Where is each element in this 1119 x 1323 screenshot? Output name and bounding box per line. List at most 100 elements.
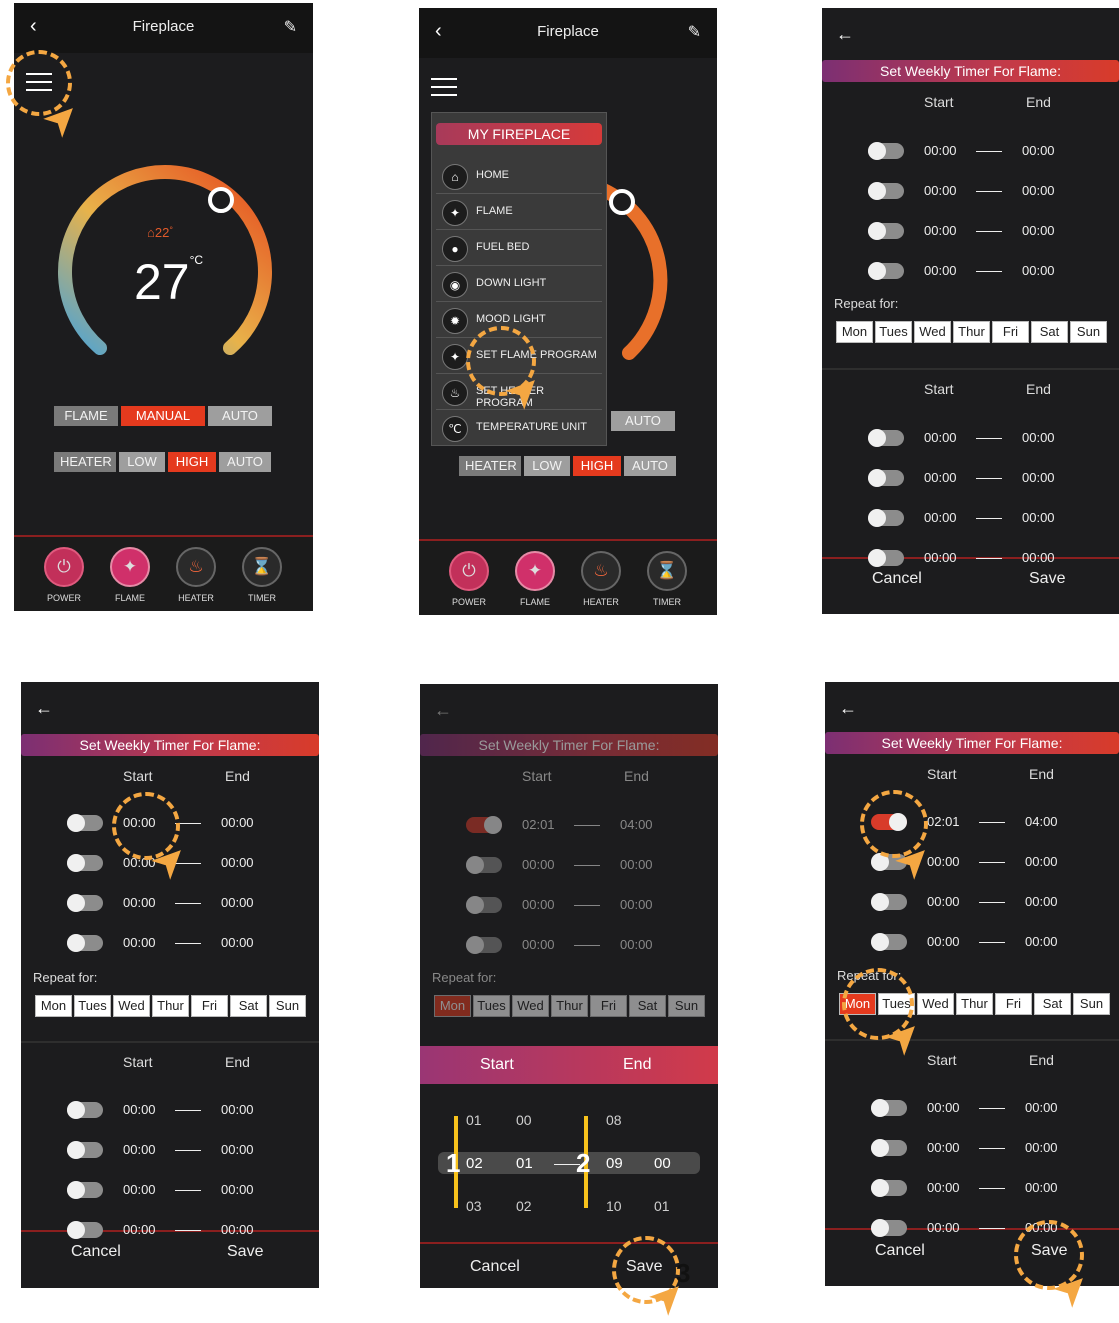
timer-toggle[interactable] (67, 854, 103, 872)
nav-timer[interactable]: ⌛ TIMER (637, 551, 697, 607)
nav-heater[interactable]: ♨ HEATER (571, 551, 631, 607)
day-fri[interactable]: Fri (995, 993, 1032, 1015)
day-fri[interactable]: Fri (191, 995, 228, 1017)
menu-item-fuel-bed[interactable]: ● FUEL BED (436, 231, 602, 266)
timer-end-time[interactable]: 00:00 (221, 855, 254, 870)
nav-power[interactable]: ⏻ POWER (439, 551, 499, 607)
day-tues[interactable]: Tues (875, 321, 912, 343)
timer-toggle[interactable] (871, 893, 907, 911)
timer-start-time[interactable]: 00:00 (123, 1182, 156, 1197)
timer-toggle[interactable] (871, 1139, 907, 1157)
timer-start-time[interactable]: 00:00 (924, 470, 957, 485)
day-sat[interactable]: Sat (230, 995, 267, 1017)
timer-start-time[interactable]: 00:00 (927, 1140, 960, 1155)
nav-flame[interactable]: ✦ FLAME (505, 551, 565, 607)
edit-icon[interactable]: ✎ (284, 17, 297, 37)
timer-toggle[interactable] (67, 814, 103, 832)
auto-button[interactable]: AUTO (611, 411, 675, 431)
nav-timer[interactable]: ⌛ TIMER (232, 547, 292, 603)
timer-toggle[interactable] (871, 1099, 907, 1117)
timer-toggle[interactable] (868, 469, 904, 487)
picker-start-hour[interactable]: 02 (466, 1155, 483, 1172)
timer-end-time[interactable]: 00:00 (1022, 470, 1055, 485)
day-sun[interactable]: Sun (1070, 321, 1107, 343)
timer-end-time[interactable]: 00:00 (620, 897, 653, 912)
back-arrow-icon[interactable]: ← (35, 698, 53, 719)
day-fri[interactable]: Fri (590, 995, 627, 1017)
timer-toggle[interactable] (868, 429, 904, 447)
timer-start-time[interactable]: 00:00 (924, 263, 957, 278)
timer-end-time[interactable]: 00:00 (1022, 223, 1055, 238)
timer-start-time[interactable]: 00:00 (927, 1100, 960, 1115)
timer-toggle[interactable] (871, 933, 907, 951)
timer-start-time[interactable]: 00:00 (924, 223, 957, 238)
back-arrow-icon[interactable]: ← (434, 700, 452, 721)
menu-item-home[interactable]: ⌂ HOME (436, 159, 602, 194)
back-arrow-icon[interactable]: ← (836, 24, 854, 45)
day-thur[interactable]: Thur (551, 995, 588, 1017)
nav-flame[interactable]: ✦ FLAME (100, 547, 160, 603)
timer-end-time[interactable]: 00:00 (1025, 894, 1058, 909)
high-button[interactable]: HIGH (168, 452, 216, 472)
auto-button[interactable]: AUTO (208, 406, 272, 426)
day-wed[interactable]: Wed (113, 995, 150, 1017)
timer-end-time[interactable]: 00:00 (1025, 854, 1058, 869)
nav-heater[interactable]: ♨ HEATER (166, 547, 226, 603)
picker-start-hour-prev[interactable]: 01 (466, 1112, 482, 1128)
timer-toggle[interactable] (871, 1219, 907, 1237)
day-wed[interactable]: Wed (512, 995, 549, 1017)
day-sun[interactable]: Sun (1073, 993, 1110, 1015)
timer-end-time[interactable]: 00:00 (221, 895, 254, 910)
timer-toggle[interactable] (67, 1101, 103, 1119)
heater-auto-button[interactable]: AUTO (624, 456, 676, 476)
timer-end-time[interactable]: 00:00 (221, 935, 254, 950)
timer-start-time[interactable]: 02:01 (927, 814, 960, 829)
timer-start-time[interactable]: 00:00 (123, 935, 156, 950)
timer-start-time[interactable]: 00:00 (522, 897, 555, 912)
timer-start-time[interactable]: 00:00 (927, 1180, 960, 1195)
timer-end-time[interactable]: 00:00 (221, 1142, 254, 1157)
timer-start-time[interactable]: 00:00 (924, 143, 957, 158)
timer-start-time[interactable]: 00:00 (924, 183, 957, 198)
timer-end-time[interactable]: 00:00 (221, 1102, 254, 1117)
timer-start-time[interactable]: 00:00 (522, 857, 555, 872)
picker-start-hour-next[interactable]: 03 (466, 1198, 482, 1214)
timer-end-time[interactable]: 00:00 (221, 1182, 254, 1197)
timer-start-time[interactable]: 00:00 (927, 934, 960, 949)
timer-end-time[interactable]: 00:00 (1025, 1180, 1058, 1195)
timer-toggle[interactable] (466, 816, 502, 834)
timer-end-time[interactable]: 00:00 (620, 857, 653, 872)
day-tues[interactable]: Tues (74, 995, 111, 1017)
timer-toggle[interactable] (871, 1179, 907, 1197)
timer-toggle[interactable] (868, 182, 904, 200)
timer-toggle[interactable] (868, 222, 904, 240)
timer-start-time[interactable]: 00:00 (522, 937, 555, 952)
timer-start-time[interactable]: 00:00 (123, 1142, 156, 1157)
day-wed[interactable]: Wed (914, 321, 951, 343)
timer-end-time[interactable]: 00:00 (1022, 510, 1055, 525)
picker-end-hour-next[interactable]: 10 (606, 1198, 622, 1214)
timer-toggle[interactable] (868, 549, 904, 567)
high-button[interactable]: HIGH (573, 456, 621, 476)
menu-item-down-light[interactable]: ◉ DOWN LIGHT (436, 267, 602, 302)
picker-start-min-next[interactable]: 02 (516, 1198, 532, 1214)
day-mon[interactable]: Mon (434, 995, 471, 1017)
timer-start-time[interactable]: 00:00 (924, 510, 957, 525)
timer-end-time[interactable]: 00:00 (221, 815, 254, 830)
cancel-button[interactable]: Cancel (71, 1243, 121, 1261)
cancel-button[interactable]: Cancel (872, 570, 922, 588)
back-arrow-icon[interactable]: ← (839, 698, 857, 719)
timer-end-time[interactable]: 00:00 (1022, 183, 1055, 198)
day-tues[interactable]: Tues (473, 995, 510, 1017)
hamburger-menu-icon[interactable] (431, 78, 457, 98)
day-thur[interactable]: Thur (956, 993, 993, 1015)
day-thur[interactable]: Thur (152, 995, 189, 1017)
low-button[interactable]: LOW (524, 456, 570, 476)
day-mon[interactable]: Mon (836, 321, 873, 343)
manual-button[interactable]: MANUAL (121, 406, 205, 426)
timer-toggle[interactable] (466, 856, 502, 874)
timer-toggle[interactable] (466, 936, 502, 954)
day-thur[interactable]: Thur (953, 321, 990, 343)
timer-toggle[interactable] (67, 1141, 103, 1159)
picker-end-hour-prev[interactable]: 08 (606, 1112, 622, 1128)
